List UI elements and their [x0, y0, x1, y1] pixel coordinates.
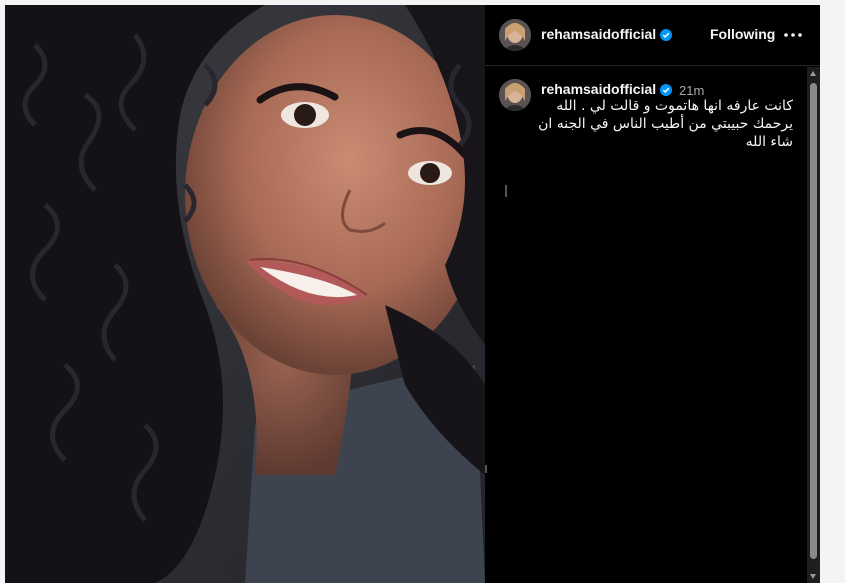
more-options-icon[interactable] [783, 25, 803, 45]
post-side-panel: rehamsaidofficial Following rehamsaidoff… [485, 5, 820, 583]
author-avatar[interactable] [499, 19, 531, 51]
comments-scrollbar[interactable] [807, 67, 820, 583]
caption-line: يرحمك حبيبتي من أطيب الناس في الجنه ان [538, 116, 793, 132]
caption-text: كانت عارفه انها هاتموت و قالت لي . الله … [499, 97, 793, 151]
caption-username[interactable]: rehamsaidofficial [541, 81, 656, 97]
verified-badge-icon [660, 29, 672, 41]
avatar-image [499, 19, 531, 51]
caption-timestamp[interactable]: 21m [679, 83, 704, 98]
window-frame: rehamsaidofficial Following rehamsaidoff… [0, 0, 845, 583]
post-photo-image [5, 5, 485, 583]
divider [485, 465, 487, 473]
scroll-down-arrow-icon[interactable] [810, 574, 816, 579]
caption-line: شاء الله [745, 134, 793, 150]
following-button[interactable]: Following [710, 26, 775, 42]
caption-line: كانت عارفه انها هاتموت و قالت لي . الله [556, 98, 793, 114]
post-modal: rehamsaidofficial Following rehamsaidoff… [5, 5, 820, 583]
verified-badge-icon [660, 84, 672, 96]
divider [505, 185, 507, 197]
header-username[interactable]: rehamsaidofficial [541, 26, 656, 42]
scrollbar-thumb[interactable] [810, 83, 817, 559]
post-photo[interactable] [5, 5, 485, 583]
scroll-up-arrow-icon[interactable] [810, 71, 816, 76]
post-header: rehamsaidofficial Following [485, 5, 820, 66]
